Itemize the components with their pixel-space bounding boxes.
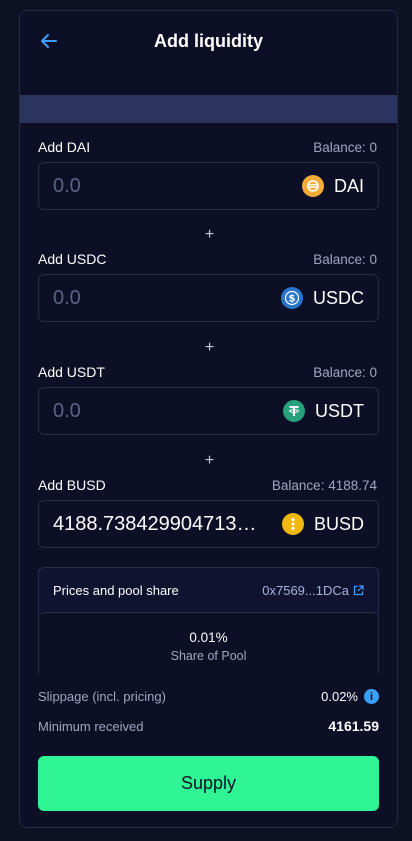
usdt-icon [283, 400, 305, 422]
plus-separator: + [204, 339, 215, 356]
pool-address: 0x7569...1DCa [262, 582, 349, 598]
busd-balance: Balance: 4188.74 [271, 477, 377, 493]
usdc-token-label: USDC [312, 287, 364, 308]
usdt-balance: Balance: 0 [313, 364, 377, 380]
slippage-value: 0.02% [321, 689, 358, 704]
usdt-amount-field[interactable]: 0.0 USDT [38, 387, 379, 435]
external-link-icon [353, 584, 364, 595]
page-title: Add liquidity [154, 31, 263, 51]
share-of-pool-box: 0.01% Share of Pool [39, 612, 378, 679]
add-liquidity-card: Add liquidity Add DAI Balance: 0 0.0 DAI… [19, 10, 398, 828]
share-of-pool-value: 0.01% [189, 629, 228, 645]
slippage-value-wrap: 0.02% i [321, 689, 379, 704]
minimum-received-value: 4161.59 [328, 718, 379, 734]
usdc-token-select[interactable]: $ USDC [280, 287, 364, 309]
header: Add liquidity [20, 11, 397, 73]
usdc-field-header: Add USDC Balance: 0 [38, 251, 377, 267]
svg-text:$: $ [289, 294, 296, 305]
usdc-icon: $ [280, 287, 303, 309]
supply-button[interactable]: Supply [38, 756, 379, 811]
plus-separator: + [204, 226, 215, 243]
busd-amount-input[interactable]: 4188.738429904713… [53, 513, 274, 536]
dai-label: Add DAI [38, 139, 91, 155]
slippage-label: Slippage (incl. pricing) [38, 689, 166, 704]
pool-address-link[interactable]: 0x7569...1DCa [262, 583, 364, 598]
dai-token-label: DAI [333, 175, 364, 196]
dai-amount-field[interactable]: 0.0 DAI [38, 162, 379, 210]
busd-amount-field[interactable]: 4188.738429904713… BUSD [38, 500, 379, 548]
usdc-balance: Balance: 0 [313, 251, 377, 267]
slippage-row: Slippage (incl. pricing) 0.02% i [38, 689, 379, 704]
busd-icon [281, 513, 304, 535]
pool-share-title: Prices and pool share [53, 582, 179, 598]
info-banner [20, 95, 397, 123]
busd-label: Add BUSD [38, 477, 106, 493]
usdc-amount-field[interactable]: 0.0 $ USDC [38, 274, 379, 322]
info-icon[interactable]: i [364, 689, 379, 704]
usdt-token-select[interactable]: USDT [283, 400, 364, 422]
busd-token-select[interactable]: BUSD [281, 513, 364, 535]
busd-token-label: BUSD [313, 513, 364, 534]
dai-token-select[interactable]: DAI [301, 175, 364, 197]
dai-field-header: Add DAI Balance: 0 [38, 139, 377, 155]
usdc-amount-input[interactable]: 0.0 [53, 287, 273, 310]
usdt-label: Add USDT [38, 364, 105, 380]
busd-field-header: Add BUSD Balance: 4188.74 [38, 477, 377, 493]
dai-amount-input[interactable]: 0.0 [53, 175, 294, 198]
pool-share-panel: Prices and pool share 0x7569...1DCa 0.01… [38, 567, 379, 679]
pool-share-header: Prices and pool share 0x7569...1DCa [39, 568, 378, 612]
usdt-token-label: USDT [315, 400, 364, 421]
dai-balance: Balance: 0 [313, 139, 377, 155]
minimum-received-label: Minimum received [38, 718, 144, 734]
minimum-received-row: Minimum received 4161.59 [38, 718, 379, 734]
plus-separator: + [204, 452, 215, 469]
usdt-field-header: Add USDT Balance: 0 [38, 364, 377, 380]
usdt-amount-input[interactable]: 0.0 [53, 400, 275, 423]
dai-icon [301, 175, 324, 197]
share-of-pool-label: Share of Pool [170, 648, 247, 663]
usdc-label: Add USDC [38, 251, 107, 267]
